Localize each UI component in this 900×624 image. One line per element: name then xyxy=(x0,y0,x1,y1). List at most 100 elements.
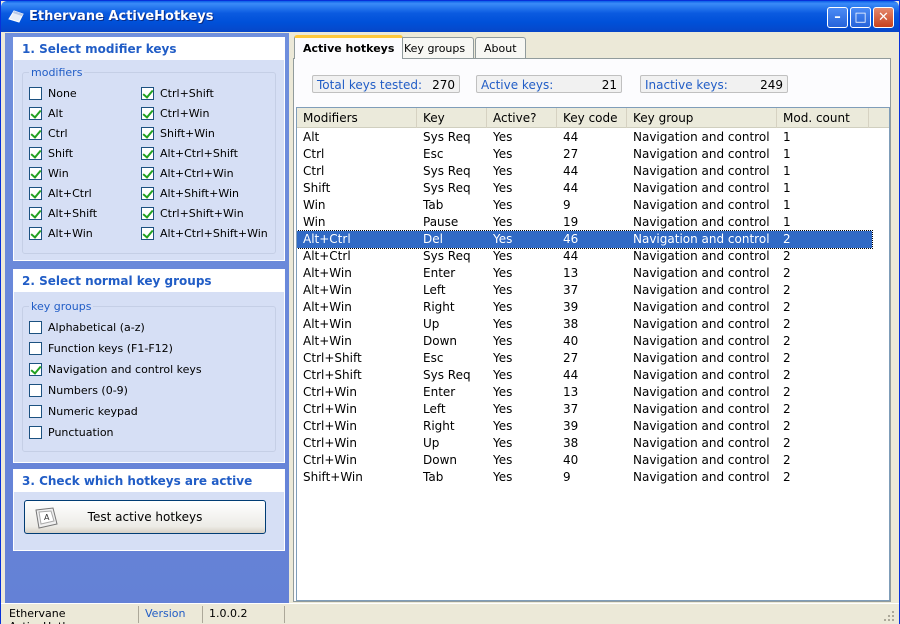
column-header-mod-count[interactable]: Mod. count xyxy=(777,108,869,128)
tab-about[interactable]: About xyxy=(475,37,526,58)
checkbox-alt-win[interactable]: Alt+Win xyxy=(29,225,93,241)
cell-key: Del xyxy=(423,232,443,246)
column-header-key[interactable]: Key xyxy=(417,108,487,128)
table-row[interactable]: Ctrl Sys Req Yes 44 Navigation and control 1 xyxy=(297,163,872,180)
checked-box-icon[interactable] xyxy=(29,206,42,220)
table-row[interactable]: Ctrl Esc Yes 27 Navigation and control 1 xyxy=(297,146,872,163)
unchecked-box-icon[interactable] xyxy=(29,425,42,439)
checkbox-alt-shift[interactable]: Alt+Shift xyxy=(29,205,97,221)
unchecked-box-icon[interactable] xyxy=(29,383,42,397)
modifier-keys-panel: 1. Select modifier keys modifiers None Al… xyxy=(13,37,285,261)
table-row[interactable]: Alt+Ctrl Del Yes 46 Navigation and control 2 xyxy=(297,230,873,249)
close-button[interactable]: ✕ xyxy=(873,7,894,28)
table-row[interactable]: Alt+Win Down Yes 40 Navigation and control 2 xyxy=(297,333,872,350)
unchecked-box-icon[interactable] xyxy=(29,404,42,418)
checkbox-punctuation[interactable]: Punctuation xyxy=(29,424,114,440)
checkbox-numeric-keypad[interactable]: Numeric keypad xyxy=(29,403,138,419)
checkbox-alt-ctrl-shift[interactable]: Alt+Ctrl+Shift xyxy=(141,145,238,161)
test-active-hotkeys-button[interactable]: A Test active hotkeys xyxy=(24,500,266,534)
checked-box-icon[interactable] xyxy=(141,226,154,240)
tab-key-groups[interactable]: Key groups xyxy=(395,37,475,58)
checked-box-icon[interactable] xyxy=(29,362,42,376)
table-row[interactable]: Shift+Win Tab Yes 9 Navigation and control 2 xyxy=(297,469,872,486)
table-row[interactable]: Ctrl+Win Up Yes 38 Navigation and control 2 xyxy=(297,435,872,452)
cell-mod-count: 1 xyxy=(783,181,791,195)
checked-box-icon[interactable] xyxy=(141,126,154,140)
minimize-button[interactable]: – xyxy=(827,7,848,28)
unchecked-box-icon[interactable] xyxy=(29,320,42,334)
cell-mod-count: 2 xyxy=(783,470,791,484)
table-row[interactable]: Ctrl+Win Down Yes 40 Navigation and control 2 xyxy=(297,452,872,469)
table-row[interactable]: Ctrl+Shift Esc Yes 27 Navigation and control… xyxy=(297,350,872,367)
checkbox-alt-shift-win[interactable]: Alt+Shift+Win xyxy=(141,185,239,201)
checked-box-icon[interactable] xyxy=(29,126,42,140)
column-header-modifiers[interactable]: Modifiers xyxy=(297,108,417,128)
resize-grip-icon[interactable] xyxy=(883,610,895,622)
checked-box-icon[interactable] xyxy=(141,166,154,180)
cell-mod-count: 2 xyxy=(783,283,791,297)
checkbox-label: Shift+Win xyxy=(160,126,215,140)
cell-key: Left xyxy=(423,402,446,416)
hotkeys-table[interactable]: Modifiers Key Active? Key code Key group Mod.… xyxy=(296,107,890,601)
checkbox-ctrl-win[interactable]: Ctrl+Win xyxy=(141,105,209,121)
cell-key-group: Navigation and control xyxy=(633,453,770,467)
column-header-active[interactable]: Active? xyxy=(487,108,557,128)
table-row[interactable]: Ctrl+Win Left Yes 37 Navigation and control 2 xyxy=(297,401,872,418)
checkbox-ctrl-shift-win[interactable]: Ctrl+Shift+Win xyxy=(141,205,244,221)
maximize-button[interactable]: □ xyxy=(850,7,871,28)
unchecked-box-icon[interactable] xyxy=(29,86,42,100)
cell-key-code: 37 xyxy=(563,283,579,297)
checkbox-label: Alt+Ctrl xyxy=(48,186,92,200)
table-row[interactable]: Alt+Win Enter Yes 13 Navigation and control 2 xyxy=(297,265,872,282)
table-row[interactable]: Alt+Win Left Yes 37 Navigation and control 2 xyxy=(297,282,872,299)
checkbox-alt-ctrl[interactable]: Alt+Ctrl xyxy=(29,185,92,201)
checkbox-alt-ctrl-win[interactable]: Alt+Ctrl+Win xyxy=(141,165,234,181)
table-row[interactable]: Win Pause Yes 19 Navigation and control 1 xyxy=(297,214,872,231)
unchecked-box-icon[interactable] xyxy=(29,341,42,355)
checked-box-icon[interactable] xyxy=(141,186,154,200)
cell-key-code: 38 xyxy=(563,317,579,331)
checked-box-icon[interactable] xyxy=(141,86,154,100)
checked-box-icon[interactable] xyxy=(29,226,42,240)
checked-box-icon[interactable] xyxy=(29,146,42,160)
checked-box-icon[interactable] xyxy=(29,106,42,120)
table-row[interactable]: Alt+Ctrl Sys Req Yes 44 Navigation and contr… xyxy=(297,248,872,265)
table-row[interactable]: Win Tab Yes 9 Navigation and control 1 xyxy=(297,197,872,214)
checkbox-shift[interactable]: Shift xyxy=(29,145,73,161)
checkbox-function-keys-f1-f12[interactable]: Function keys (F1-F12) xyxy=(29,340,173,356)
cell-active: Yes xyxy=(493,419,513,433)
table-row[interactable]: Ctrl+Win Right Yes 39 Navigation and control… xyxy=(297,418,872,435)
column-header-key-group[interactable]: Key group xyxy=(627,108,777,128)
checkbox-ctrl-shift[interactable]: Ctrl+Shift xyxy=(141,85,214,101)
table-row[interactable]: Alt+Win Up Yes 38 Navigation and control 2 xyxy=(297,316,872,333)
checked-box-icon[interactable] xyxy=(141,206,154,220)
checkbox-win[interactable]: Win xyxy=(29,165,69,181)
checkbox-alt[interactable]: Alt xyxy=(29,105,63,121)
tab-active-hotkeys[interactable]: Active hotkeys xyxy=(294,35,404,59)
cell-key: Sys Req xyxy=(423,249,471,263)
table-row[interactable]: Alt+Win Right Yes 39 Navigation and control 2 xyxy=(297,299,872,316)
table-row[interactable]: Ctrl+Shift Sys Req Yes 44 Navigation and con… xyxy=(297,367,872,384)
checkbox-ctrl[interactable]: Ctrl xyxy=(29,125,68,141)
checkbox-alt-ctrl-shift-win[interactable]: Alt+Ctrl+Shift+Win xyxy=(141,225,268,241)
cell-key: Enter xyxy=(423,385,456,399)
cell-key-group: Navigation and control xyxy=(633,419,770,433)
checkbox-numbers-0-9[interactable]: Numbers (0-9) xyxy=(29,382,128,398)
checked-box-icon[interactable] xyxy=(141,106,154,120)
checkbox-shift-win[interactable]: Shift+Win xyxy=(141,125,215,141)
checked-box-icon[interactable] xyxy=(29,166,42,180)
checked-box-icon[interactable] xyxy=(141,146,154,160)
cell-active: Yes xyxy=(493,130,513,144)
table-row[interactable]: Alt Sys Req Yes 44 Navigation and control 1 xyxy=(297,129,872,146)
checkbox-none[interactable]: None xyxy=(29,85,77,101)
table-row[interactable]: Shift Sys Req Yes 44 Navigation and control 1 xyxy=(297,180,872,197)
table-row[interactable]: Ctrl+Win Enter Yes 13 Navigation and control… xyxy=(297,384,872,401)
cell-key: Esc xyxy=(423,147,444,161)
checkbox-navigation-and-control-keys[interactable]: Navigation and control keys xyxy=(29,361,202,377)
checkbox-alphabetical-a-z[interactable]: Alphabetical (a-z) xyxy=(29,319,145,335)
cell-key-group: Navigation and control xyxy=(633,351,770,365)
column-header-key-code[interactable]: Key code xyxy=(557,108,627,128)
checked-box-icon[interactable] xyxy=(29,186,42,200)
cell-key: Esc xyxy=(423,351,444,365)
title-bar[interactable]: Ethervane ActiveHotkeys – □ ✕ xyxy=(1,1,899,32)
